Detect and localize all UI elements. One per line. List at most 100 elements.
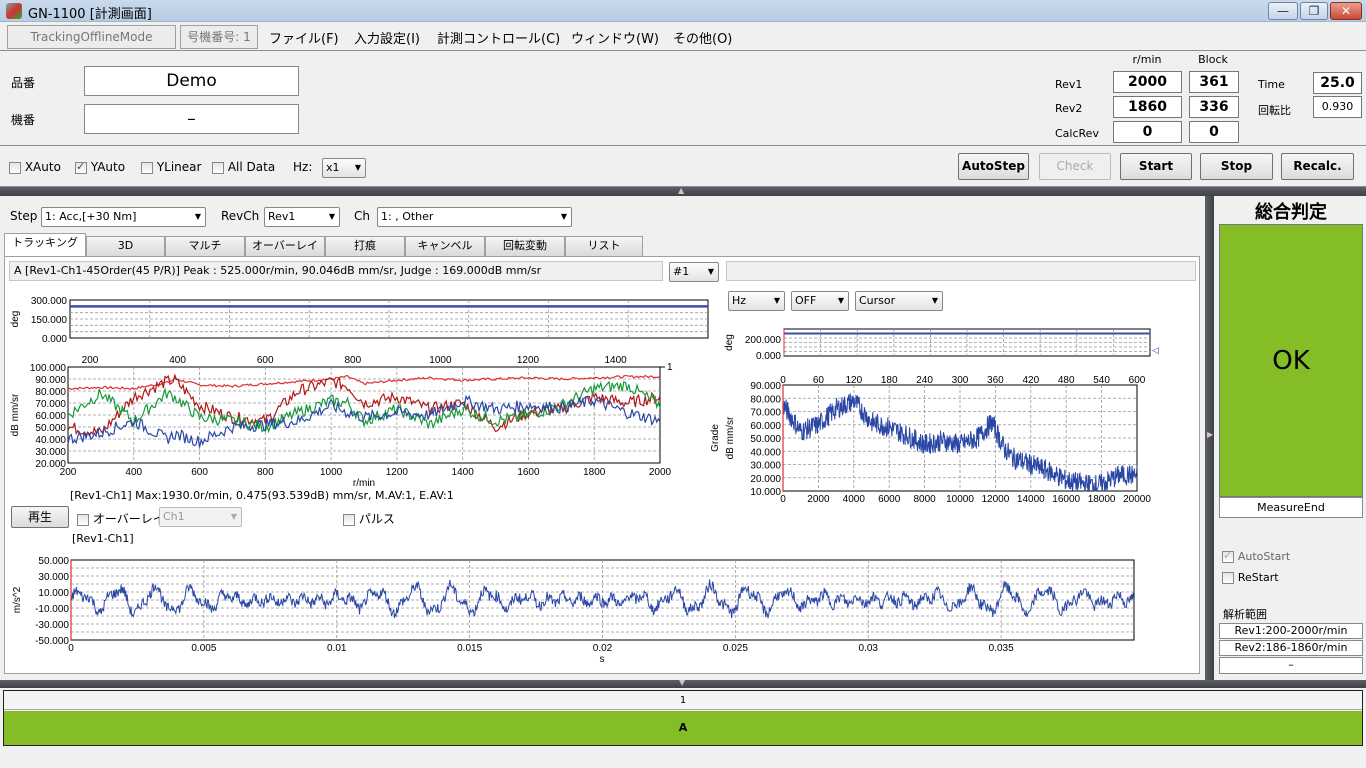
tracking-top-xtick: 200	[82, 355, 99, 366]
waveform-xlabel: s	[600, 654, 605, 665]
tracking-xtick: 1000	[320, 467, 343, 478]
analysis-range-title: 解析範囲	[1223, 608, 1267, 621]
tracking-ytick: 60.000	[35, 411, 66, 422]
restart-checkbox[interactable]	[1222, 571, 1234, 584]
phase-spectrum-ylabel: deg	[724, 334, 735, 351]
waveform-xtick: 0.005	[191, 643, 216, 654]
cursor-marker-icon: ◁	[1152, 345, 1159, 355]
tracking-footer: [Rev1-Ch1] Max:1930.0r/min, 0.475(93.539…	[70, 489, 454, 502]
tracking-top-xtick: 800	[344, 355, 361, 366]
result-cell[interactable]: A	[4, 711, 1362, 745]
pulse-checkbox[interactable]	[343, 513, 355, 526]
spectrum-ylabel2: Grade	[710, 424, 721, 452]
overlay-channel-select[interactable]: Ch1 ▼	[159, 507, 242, 527]
overlay-label: オーバーレイ	[92, 512, 165, 526]
tracking-xtick: 200	[60, 467, 77, 478]
range-rev1: Rev1:200-2000r/min	[1219, 623, 1363, 639]
tracking-xtick: 1200	[386, 467, 409, 478]
spectrum-xtick: 18000	[1088, 494, 1116, 505]
tracking-xtick: 1600	[517, 467, 540, 478]
tracking-top-xtick: 1200	[517, 355, 540, 366]
phase-tracking-ytick: 300.000	[31, 296, 68, 307]
restart-label: ReStart	[1237, 571, 1279, 584]
range-rev2: Rev2:186-1860r/min	[1219, 640, 1363, 656]
spectrum-top-xtick: 180	[881, 375, 898, 386]
spectrum-top-xtick: 540	[1093, 375, 1110, 386]
chevron-down-icon: ▼	[230, 512, 237, 521]
phase-spectrum-ytick: 200.000	[745, 335, 782, 346]
spectrum-xtick: 10000	[946, 494, 974, 505]
tracking-ytick: 90.000	[35, 375, 66, 386]
charts-layer: 300.000150.0000.000deg200 400 600 800 1000 12…	[10, 296, 1159, 665]
spectrum-top-xtick: 0	[780, 375, 786, 386]
restart-option[interactable]: ReStart	[1222, 570, 1279, 584]
phase-tracking-ytick: 0.000	[42, 334, 67, 345]
tracking-top-xtick: 400	[169, 355, 186, 366]
pulse-label: パルス	[358, 512, 395, 526]
tracking-xtick: 1800	[583, 467, 606, 478]
spectrum-xtick: 2000	[807, 494, 830, 505]
spectrum-ytick: 50.000	[750, 434, 781, 445]
waveform-xtick: 0.015	[457, 643, 482, 654]
waveform-xtick: 0	[68, 643, 74, 654]
tracking-ytick: 30.000	[35, 447, 66, 458]
waveform-ytick: 10.000	[38, 588, 69, 599]
spectrum-xtick: 8000	[913, 494, 936, 505]
spectrum-ylabel: dB mm/sr	[725, 416, 736, 459]
autostart-checkbox[interactable]	[1222, 549, 1234, 563]
tracking-ytick: 100.000	[30, 363, 67, 374]
spectrum-top-xtick: 480	[1058, 375, 1075, 386]
waveform-xtick: 0.02	[593, 643, 613, 654]
tracking-top-xtick: 1000	[429, 355, 452, 366]
spectrum-ytick: 60.000	[750, 421, 781, 432]
phase-tracking-ytick: 150.000	[31, 315, 68, 326]
spectrum-top-xtick: 300	[952, 375, 969, 386]
autostart-option[interactable]: AutoStart	[1222, 549, 1290, 563]
spectrum-xtick: 16000	[1052, 494, 1080, 505]
autostart-label: AutoStart	[1237, 550, 1291, 563]
tracking-ytick: 50.000	[35, 423, 66, 434]
tracking-xlabel: r/min	[353, 478, 375, 489]
tracking-xtick: 2000	[649, 467, 672, 478]
waveform-xtick: 0.03	[859, 643, 879, 654]
range-extra: –	[1219, 657, 1363, 674]
tracking-xtick: 800	[257, 467, 274, 478]
waveform-ytick: 50.000	[38, 556, 69, 567]
collapse-down-icon[interactable]: ▼	[679, 678, 685, 687]
splitter-vertical[interactable]: ▶	[1205, 196, 1214, 680]
spectrum-top-xtick: 600	[1129, 375, 1146, 386]
spectrum-ytick: 20.000	[750, 474, 781, 485]
tracking-xtick: 600	[191, 467, 208, 478]
spectrum-xtick: 12000	[981, 494, 1009, 505]
waveform-xtick: 0.035	[989, 643, 1014, 654]
spectrum-xtick: 4000	[843, 494, 866, 505]
tracking-ytick: 70.000	[35, 399, 66, 410]
tracking-marker-label: 1	[667, 362, 673, 373]
tracking-ytick: 40.000	[35, 435, 66, 446]
spectrum-ytick: 30.000	[750, 461, 781, 472]
phase-tracking-ylabel: deg	[10, 311, 21, 328]
waveform-ytick: -10.000	[35, 604, 69, 615]
tracking-top-xtick: 600	[257, 355, 274, 366]
spectrum-ytick: 10.000	[750, 487, 781, 498]
pulse-option[interactable]: パルス	[343, 510, 395, 527]
spectrum-xtick: 6000	[878, 494, 901, 505]
expand-right-icon[interactable]: ▶	[1207, 430, 1213, 439]
tracking-top-xtick: 1400	[604, 355, 627, 366]
spectrum-top-xtick: 360	[987, 375, 1004, 386]
phase-spectrum-ytick: 0.000	[756, 351, 781, 362]
waveform-ylabel: m/s^2	[12, 586, 23, 613]
spectrum-top-xtick: 240	[916, 375, 933, 386]
play-button[interactable]: 再生	[11, 506, 69, 528]
tracking-ytick: 80.000	[35, 387, 66, 398]
splitter-bottom[interactable]: ▼	[0, 678, 1366, 688]
spectrum-xtick: 20000	[1123, 494, 1151, 505]
waveform-ytick: -50.000	[35, 636, 69, 647]
overlay-checkbox[interactable]	[77, 513, 89, 526]
spectrum-ytick: 90.000	[750, 381, 781, 392]
waveform-ytick: -30.000	[35, 620, 69, 631]
measure-status: MeasureEnd	[1219, 497, 1363, 518]
overlay-option[interactable]: オーバーレイ	[77, 510, 165, 527]
spectrum-ytick: 40.000	[750, 447, 781, 458]
judgement-result: OK	[1219, 224, 1363, 497]
